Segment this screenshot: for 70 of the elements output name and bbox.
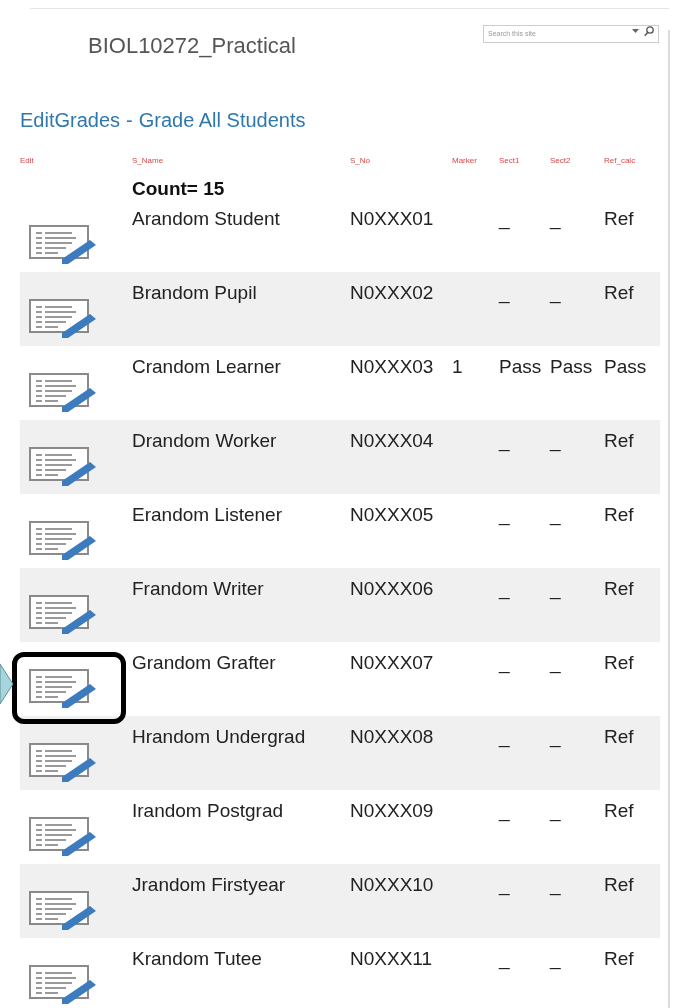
sect2-value: _ bbox=[550, 577, 562, 602]
student-number: N0XXX06 bbox=[350, 577, 435, 601]
student-name: Grandom Grafter bbox=[132, 651, 277, 675]
student-number: N0XXX07 bbox=[350, 651, 435, 675]
sect1-value: _ bbox=[499, 503, 511, 528]
student-name: Hrandom Undergrad bbox=[132, 725, 307, 749]
ref-calc-value: Ref bbox=[604, 651, 635, 675]
caret-icon[interactable] bbox=[632, 29, 639, 34]
student-name: Krandom Tutee bbox=[132, 947, 263, 971]
ref-calc-value: Ref bbox=[604, 429, 635, 453]
title-separator: - bbox=[126, 109, 133, 132]
column-header[interactable]: Sect2 bbox=[550, 156, 604, 178]
marker-value: 1 bbox=[452, 356, 463, 377]
sect1-value: _ bbox=[499, 577, 511, 602]
sect2-value: _ bbox=[550, 725, 562, 750]
student-name: Frandom Writer bbox=[132, 577, 265, 601]
ref-calc-value: Ref bbox=[604, 577, 635, 601]
student-name: Irandom Postgrad bbox=[132, 799, 285, 823]
site-title[interactable]: BIOL10272_Practical bbox=[88, 33, 296, 59]
student-name: Crandom Learner bbox=[132, 355, 282, 379]
student-name: Erandom Listener bbox=[132, 503, 283, 527]
student-name: Arandom Student bbox=[132, 207, 281, 231]
search-icon[interactable] bbox=[644, 26, 654, 37]
sect1-value: _ bbox=[499, 873, 511, 898]
column-header[interactable]: Edit bbox=[20, 156, 132, 178]
student-number: N0XXX04 bbox=[350, 429, 435, 453]
column-header[interactable]: Sect1 bbox=[499, 156, 550, 178]
student-number: N0XXX03 bbox=[350, 355, 435, 379]
column-header[interactable]: Ref_calc bbox=[604, 156, 660, 178]
ref-calc-value: Ref bbox=[604, 503, 635, 527]
student-number: N0XXX01 bbox=[350, 207, 435, 231]
column-header[interactable]: S_No bbox=[350, 156, 452, 178]
student-number: N0XXX05 bbox=[350, 503, 435, 527]
sect1-value: _ bbox=[499, 947, 511, 972]
sect2-value: _ bbox=[550, 429, 562, 454]
ref-calc-value: Ref bbox=[604, 947, 635, 971]
student-name: Brandom Pupil bbox=[132, 281, 258, 305]
sect2-value: _ bbox=[550, 799, 562, 824]
ref-calc-value: Ref bbox=[604, 207, 635, 231]
column-header[interactable]: S_Name bbox=[132, 156, 350, 178]
sect2-value: _ bbox=[550, 207, 562, 232]
sect1-value: _ bbox=[499, 651, 511, 676]
student-number: N0XXX10 bbox=[350, 873, 435, 897]
column-header[interactable]: Marker bbox=[452, 156, 499, 178]
sect2-value: Pass bbox=[550, 355, 594, 379]
ref-calc-value: Ref bbox=[604, 799, 635, 823]
count-label: Count= 15 bbox=[132, 178, 226, 198]
student-number: N0XXX09 bbox=[350, 799, 435, 823]
sect2-value: _ bbox=[550, 503, 562, 528]
sect1-value: Pass bbox=[499, 355, 543, 379]
sect1-value: _ bbox=[499, 799, 511, 824]
ref-calc-value: Ref bbox=[604, 281, 635, 305]
sect2-value: _ bbox=[550, 873, 562, 898]
ref-calc-value: Pass bbox=[604, 355, 648, 379]
student-name: Drandom Worker bbox=[132, 429, 278, 453]
sect2-value: _ bbox=[550, 281, 562, 306]
ref-calc-value: Ref bbox=[604, 873, 635, 897]
ref-calc-value: Ref bbox=[604, 725, 635, 749]
list-link[interactable]: EditGrades bbox=[20, 109, 121, 132]
view-title: Grade All Students bbox=[138, 109, 306, 132]
student-number: N0XXX02 bbox=[350, 281, 435, 305]
sect2-value: _ bbox=[550, 651, 562, 676]
sect1-value: _ bbox=[499, 429, 511, 454]
student-number: N0XXX11 bbox=[350, 947, 434, 971]
sect1-value: _ bbox=[499, 207, 511, 232]
sect1-value: _ bbox=[499, 281, 511, 306]
student-name: Jrandom Firstyear bbox=[132, 873, 287, 897]
sect1-value: _ bbox=[499, 725, 511, 750]
sect2-value: _ bbox=[550, 947, 562, 972]
student-number: N0XXX08 bbox=[350, 725, 435, 749]
